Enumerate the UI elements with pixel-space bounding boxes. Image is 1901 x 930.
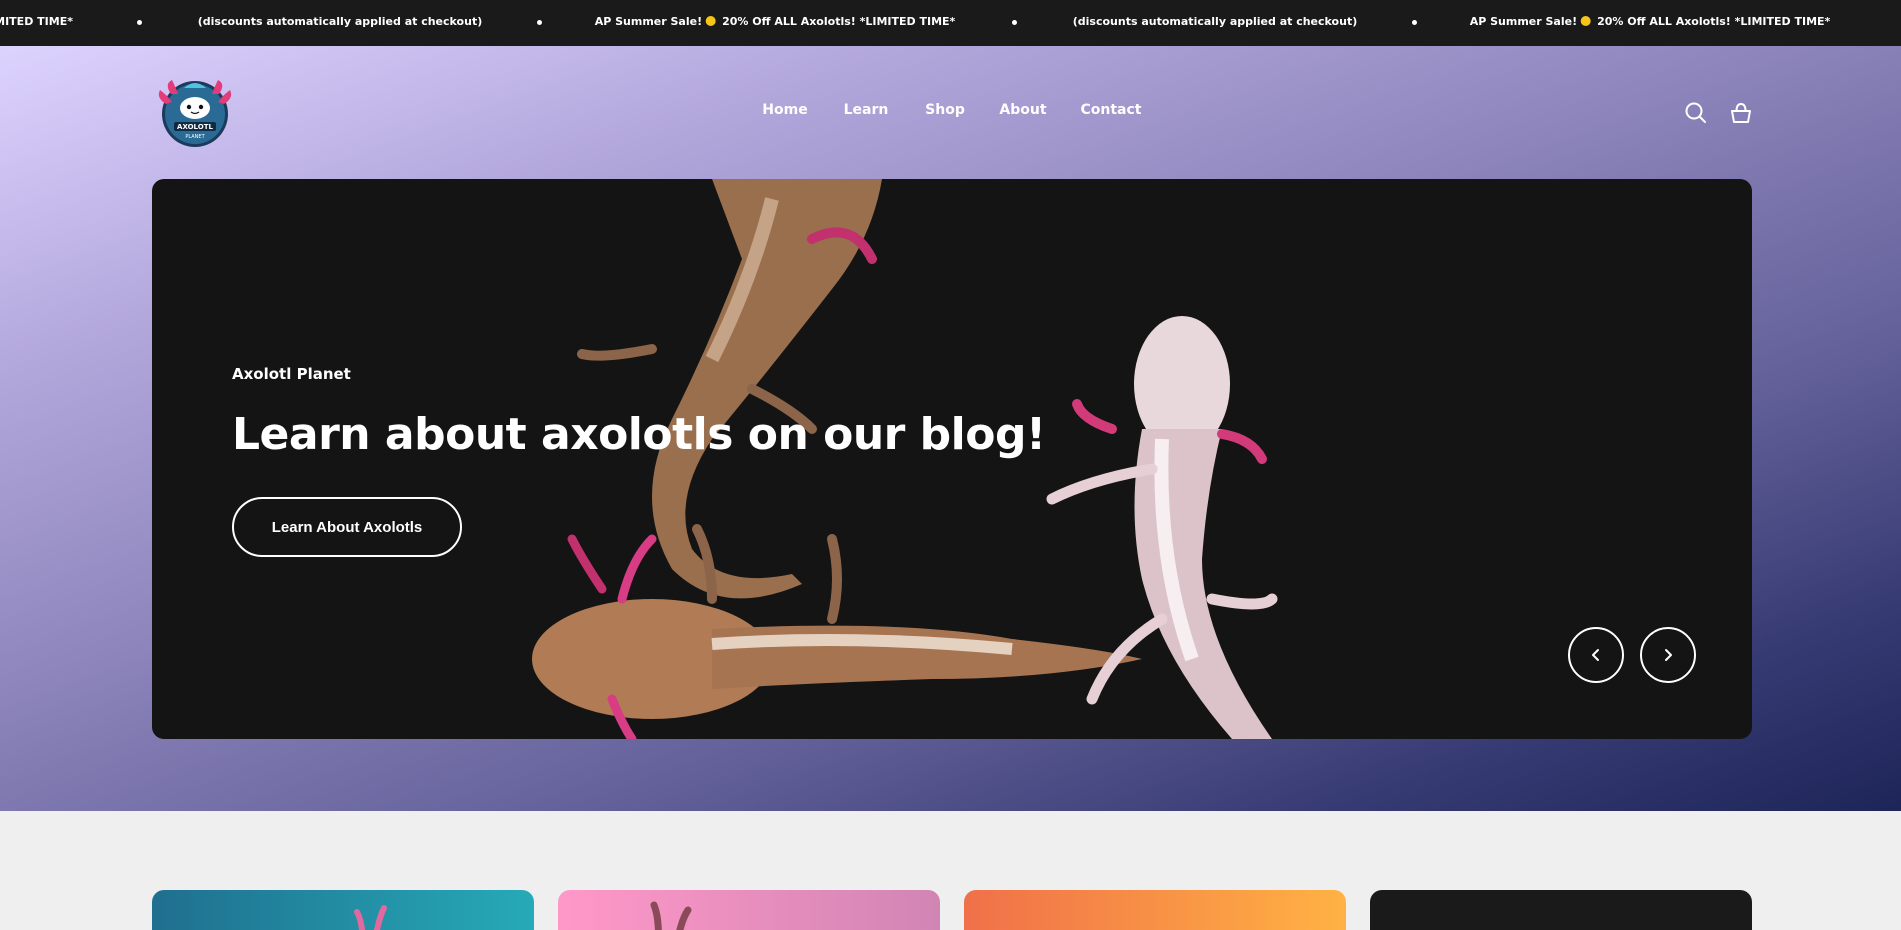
slide-next-button[interactable]: [1640, 627, 1696, 683]
collection-card[interactable]: [1370, 890, 1752, 930]
announcement-text: (discounts automatically applied at chec…: [1072, 15, 1358, 28]
chevron-right-icon: [1665, 649, 1672, 661]
slide-kicker: Axolotl Planet: [232, 365, 351, 383]
brown-axolotl-top: [577, 179, 882, 599]
collection-card[interactable]: [558, 890, 940, 930]
collection-card[interactable]: [152, 890, 534, 930]
collection-card[interactable]: [964, 890, 1346, 930]
slide-title: Learn about axolotls on our blog!: [232, 409, 1046, 460]
leucistic-axolotl: [1046, 316, 1278, 739]
separator-dot: [1012, 20, 1017, 25]
nav-shop[interactable]: Shop: [925, 102, 965, 118]
logo-line2: PLANET: [185, 134, 205, 140]
nav-home[interactable]: Home: [762, 102, 807, 118]
sun-icon: [1581, 16, 1592, 26]
announcement-bar: LIMITED TIME* (discounts automatically a…: [0, 0, 1901, 46]
announcement-sale: AP Summer Sale! 20% Off ALL Axolotls! *LI…: [595, 0, 956, 46]
announcement-sale: AP Summer Sale! 20% Off ALL Axolotls! *LI…: [1470, 0, 1831, 46]
chevron-left-icon: [1592, 649, 1599, 661]
separator-dot: [137, 20, 142, 25]
learn-about-axolotls-button[interactable]: Learn About Axolotls: [232, 497, 462, 557]
brown-axolotl-bottom: [532, 524, 1142, 739]
nav-about[interactable]: About: [999, 102, 1046, 118]
site-logo[interactable]: AXOLOTL PLANET: [154, 76, 236, 148]
search-icon[interactable]: [1683, 100, 1709, 126]
separator-dot: [537, 20, 542, 25]
logo-line1: AXOLOTL: [177, 123, 213, 131]
sale-title: AP Summer Sale!: [1469, 15, 1578, 28]
nav-contact[interactable]: Contact: [1081, 102, 1142, 118]
announcement-text: LIMITED TIME*: [0, 15, 73, 28]
slide-prev-button[interactable]: [1568, 627, 1624, 683]
nav-learn[interactable]: Learn: [844, 102, 889, 118]
sale-offer: 20% Off ALL Axolotls! *LIMITED TIME*: [722, 15, 956, 28]
sale-offer: 20% Off ALL Axolotls! *LIMITED TIME*: [1597, 15, 1831, 28]
announcement-text: (discounts automatically applied at chec…: [197, 15, 483, 28]
sun-icon: [706, 16, 717, 26]
sale-title: AP Summer Sale!: [594, 15, 703, 28]
hero-slideshow: Axolotl Planet Learn about axolotls on o…: [152, 179, 1752, 739]
cart-icon[interactable]: [1728, 100, 1754, 126]
separator-dot: [1412, 20, 1417, 25]
